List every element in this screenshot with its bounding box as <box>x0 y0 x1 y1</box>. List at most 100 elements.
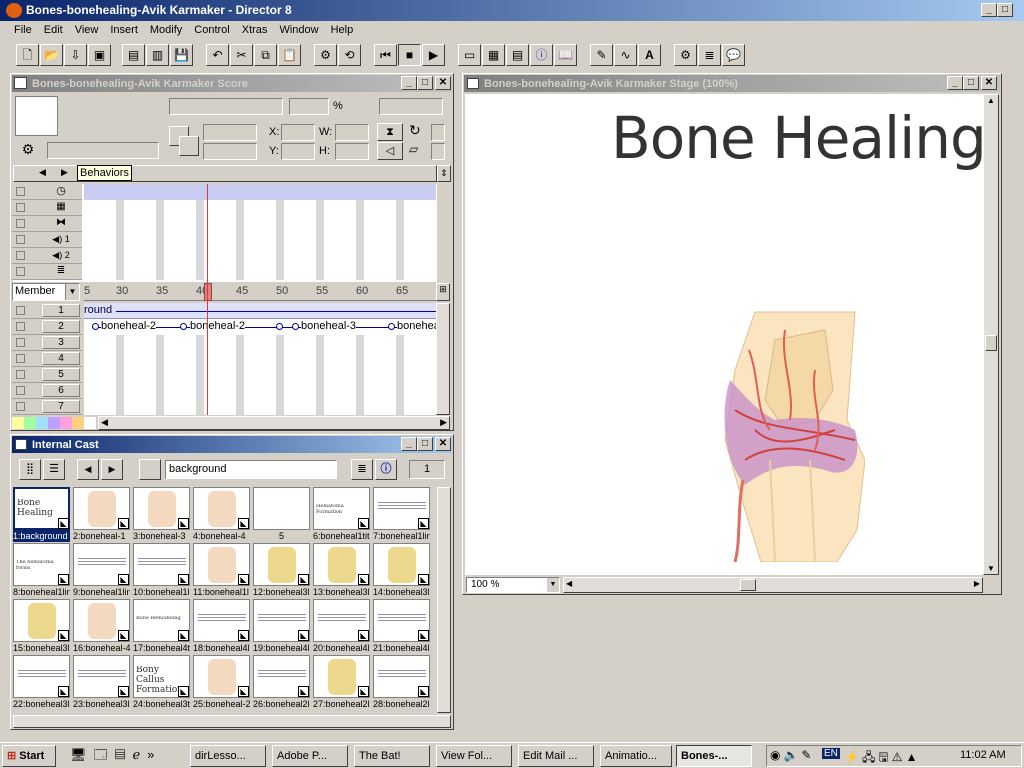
task-dirlesso[interactable]: dirLesso... <box>190 745 266 767</box>
cast-member-22[interactable]: ◣ 22:boneheal3l <box>13 655 70 710</box>
cast-member-28[interactable]: ◣ 28:boneheal2l <box>373 655 430 710</box>
library-icon[interactable]: 📖 <box>554 44 577 66</box>
background-color-swatch[interactable] <box>179 136 199 156</box>
bg-color-field[interactable] <box>203 143 257 160</box>
vector-icon[interactable]: ∿ <box>614 44 637 66</box>
rewind-icon[interactable]: ⏮ <box>374 44 397 66</box>
score-close-button[interactable]: ✕ <box>435 76 451 90</box>
cast-member-16[interactable]: ◣ 16:boneheal-4 <box>73 599 130 654</box>
task-animation[interactable]: Animatio... <box>600 745 672 767</box>
paste-icon[interactable]: 📋 <box>278 44 301 66</box>
score-vscrollbar[interactable] <box>436 303 450 415</box>
menu-view[interactable]: View <box>69 21 105 39</box>
copy-icon[interactable]: ⧉ <box>254 44 277 66</box>
stage-canvas[interactable]: Bone Healing <box>465 94 983 575</box>
menu-xtras[interactable]: Xtras <box>236 21 274 39</box>
cast-maximize-button[interactable]: □ <box>417 437 433 451</box>
task-edit-mail[interactable]: Edit Mail ... <box>518 745 594 767</box>
cast-member-15[interactable]: ◣ 15:boneheal3l <box>13 599 70 654</box>
language-indicator[interactable]: EN <box>822 748 840 759</box>
tray-icons[interactable]: ◉🔈✎ <box>770 748 814 762</box>
channel-sound-2[interactable]: ◀) 2 <box>12 248 82 264</box>
cast-member-name-field[interactable]: background <box>165 460 337 479</box>
cast-member-17[interactable]: Bone Remodeling ◣ 17:boneheal4t <box>133 599 190 654</box>
import-icon[interactable]: ⇩ <box>64 44 87 66</box>
start-button[interactable]: ⊞ Start <box>2 745 56 767</box>
cast-member-27[interactable]: ◣ 27:boneheal2l <box>313 655 370 710</box>
flip-vertical-icon[interactable]: ◁ <box>377 142 403 160</box>
cast-member-19[interactable]: ◣ 19:boneheal4l <box>253 599 310 654</box>
publish-icon[interactable]: ▤ <box>122 44 145 66</box>
scroll-right-icon[interactable]: ▶ <box>974 579 980 588</box>
cast-member-1[interactable]: Bone Healing ◣ 1:background <box>13 487 70 542</box>
menu-edit[interactable]: Edit <box>38 21 69 39</box>
cast-member-11[interactable]: ◣ 11:boneheal1l <box>193 543 250 598</box>
score-window-icon[interactable]: ▤ <box>506 44 529 66</box>
scroll-up-icon[interactable]: ▲ <box>987 96 995 105</box>
cast-member-9[interactable]: ◣ 9:boneheal1lin <box>73 543 130 598</box>
cast-member-25[interactable]: ◣ 25:boneheal-2 <box>193 655 250 710</box>
menu-help[interactable]: Help <box>325 21 360 39</box>
cast-member-18[interactable]: ◣ 18:boneheal4l <box>193 599 250 654</box>
stage-zoom-select[interactable]: 100 % ▼ <box>466 577 560 593</box>
property-inspector-icon[interactable]: ⓘ <box>530 44 553 66</box>
channel-4[interactable]: 4 <box>12 351 82 367</box>
stop-icon[interactable]: ■ <box>398 44 421 66</box>
score-hscrollbar[interactable]: ◀ ▶ <box>98 416 450 430</box>
cast-hscrollbar[interactable] <box>13 715 451 728</box>
ink-select[interactable] <box>289 98 329 115</box>
x-field[interactable] <box>281 124 315 141</box>
behavior-icon[interactable]: ⚙ <box>674 44 697 66</box>
scroll-left-icon[interactable]: ◀ <box>566 579 572 588</box>
task-the-bat[interactable]: The Bat! <box>354 745 430 767</box>
fg-color-field[interactable] <box>203 124 257 141</box>
menu-window[interactable]: Window <box>273 21 324 39</box>
save-icon[interactable]: ▥ <box>146 44 169 66</box>
menu-insert[interactable]: Insert <box>104 21 144 39</box>
skew-field[interactable] <box>431 143 445 160</box>
menu-file[interactable]: File <box>8 21 38 39</box>
cast-member-12[interactable]: ◣ 12:boneheal3l <box>253 543 310 598</box>
cast-member-10[interactable]: ◣ 10:boneheal1l <box>133 543 190 598</box>
channel-script[interactable]: ≣ <box>12 264 82 280</box>
cast-minimize-button[interactable]: _ <box>401 437 417 451</box>
color-palette-strip[interactable] <box>12 417 96 429</box>
new-movie-icon[interactable]: 🗋 <box>16 44 39 66</box>
stage-close-button[interactable]: ✕ <box>981 76 997 90</box>
minimize-button[interactable]: _ <box>981 3 997 17</box>
behavior-inspector-icon[interactable]: ⚙ <box>18 140 38 158</box>
tray-icons-2[interactable]: ⚡🖧🖫⚠▲ <box>844 748 921 768</box>
find-icon[interactable]: ⚙ <box>314 44 337 66</box>
task-view-folder[interactable]: View Fol... <box>436 745 512 767</box>
cast-thumbnail-view-icon[interactable]: ⣿ <box>19 459 41 480</box>
cast-prev-button[interactable]: ◀ <box>77 459 99 480</box>
cast-next-button[interactable]: ▶ <box>101 459 123 480</box>
stage-window-icon[interactable]: ▭ <box>458 44 481 66</box>
drag-member-icon[interactable] <box>139 459 161 480</box>
menu-control[interactable]: Control <box>188 21 235 39</box>
blend-field[interactable] <box>379 98 443 115</box>
member-display-select[interactable]: Member ▼ <box>12 283 80 301</box>
nav-prev-icon[interactable]: ◀ <box>39 167 46 178</box>
open-movie-icon[interactable]: 📂 <box>40 44 63 66</box>
score-maximize-button[interactable]: □ <box>417 76 433 90</box>
cast-member-7[interactable]: ◣ 7:boneheal1lin <box>373 487 430 542</box>
frame-ruler[interactable]: 5 30 35 40 45 50 55 60 65 <box>84 283 436 301</box>
cast-close-button[interactable]: ✕ <box>435 437 451 451</box>
stage-hscroll-thumb[interactable] <box>740 579 756 591</box>
channel-2[interactable]: 2 <box>12 319 82 335</box>
channel-3[interactable]: 3 <box>12 335 82 351</box>
save-disk-icon[interactable]: 💾 <box>170 44 193 66</box>
cast-member-24[interactable]: Bony Callus Formation ◣ 24:boneheal3t <box>133 655 190 710</box>
channel-6[interactable]: 6 <box>12 383 82 399</box>
cast-member-8[interactable]: The hematoma forms ◣ 8:boneheal1lin <box>13 543 70 598</box>
cut-icon[interactable]: ✂ <box>230 44 253 66</box>
cast-member-2[interactable]: ◣ 2:boneheal-1 <box>73 487 130 542</box>
stage-hscrollbar[interactable]: ◀ ▶ <box>563 577 983 593</box>
stage-minimize-button[interactable]: _ <box>947 76 963 90</box>
member-name-select[interactable] <box>169 98 283 115</box>
special-channels-grid[interactable] <box>84 184 436 280</box>
cast-window-icon[interactable]: ▦ <box>482 44 505 66</box>
playhead[interactable] <box>204 283 212 301</box>
cast-list-view-icon[interactable]: ☰ <box>43 459 65 480</box>
